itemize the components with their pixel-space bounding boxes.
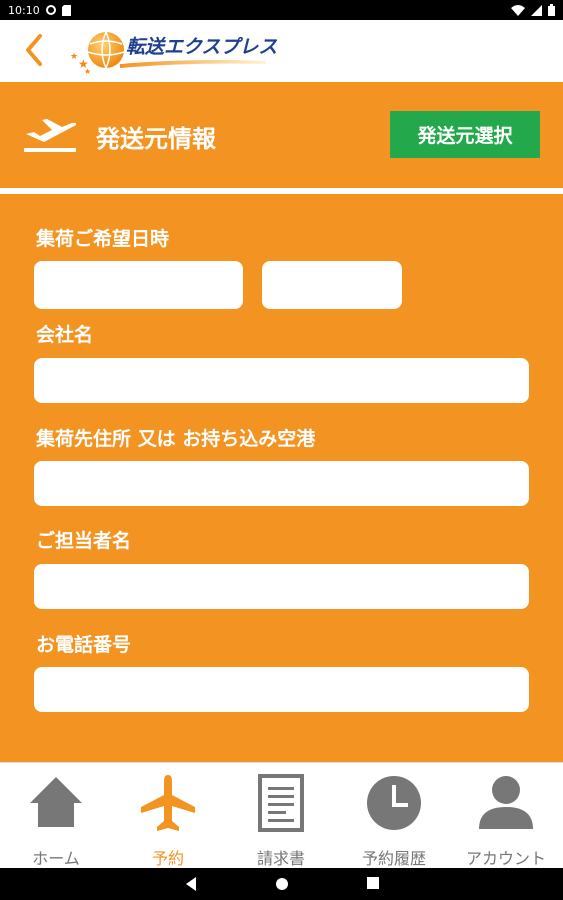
main-form-area: 発送元情報 発送元選択 集荷ご希望日時 会社名 集荷先住所 又は お持ち込み空港… xyxy=(0,82,563,762)
nav-account[interactable]: アカウント xyxy=(450,763,562,869)
back-button[interactable] xyxy=(18,32,54,68)
chevron-left-icon xyxy=(26,34,42,66)
company-input[interactable] xyxy=(34,358,529,403)
back-triangle-icon[interactable] xyxy=(184,876,198,892)
nav-home-label: ホーム xyxy=(32,849,80,868)
bottom-nav: ホーム 予約 請求書 予約履歴 アカウント xyxy=(0,762,563,868)
person-icon xyxy=(479,776,533,829)
status-right xyxy=(511,4,555,16)
nav-home[interactable]: ホーム xyxy=(0,763,112,869)
pickup-time-input[interactable] xyxy=(262,261,402,309)
sender-select-button[interactable]: 発送元選択 xyxy=(390,111,540,158)
nav-invoice[interactable]: 請求書 xyxy=(225,763,337,869)
settings-icon xyxy=(45,5,56,15)
status-time: 10:10 xyxy=(8,3,40,17)
svg-text:★: ★ xyxy=(70,52,78,62)
contact-input[interactable] xyxy=(34,564,529,609)
home-circle-icon[interactable] xyxy=(274,876,290,892)
nav-reservation-label: 予約 xyxy=(151,849,184,868)
pickup-date-input[interactable] xyxy=(34,261,243,309)
status-bar: 10:10 xyxy=(0,0,563,20)
recents-square-icon[interactable] xyxy=(366,876,380,890)
clock-icon xyxy=(367,776,421,830)
sim-card-icon xyxy=(61,4,71,16)
section-divider xyxy=(0,188,563,194)
svg-text:★: ★ xyxy=(84,67,91,76)
nav-reservation[interactable]: 予約 xyxy=(112,763,224,869)
signal-icon xyxy=(531,4,542,16)
nav-invoice-label: 請求書 xyxy=(256,849,305,868)
phone-label: お電話番号 xyxy=(36,634,132,656)
wifi-icon xyxy=(511,4,525,16)
phone-input[interactable] xyxy=(34,667,529,712)
document-icon xyxy=(258,774,304,832)
app-header: ★ ★ ★ 転送エクスプレス xyxy=(0,20,563,82)
status-left: 10:10 xyxy=(8,4,71,17)
contact-label: ご担当者名 xyxy=(36,530,132,552)
logo-text: 転送エクスプレス xyxy=(126,36,278,58)
company-label: 会社名 xyxy=(36,324,94,346)
pickup-datetime-label: 集荷ご希望日時 xyxy=(36,228,170,250)
address-input[interactable] xyxy=(34,461,529,506)
logo-swoosh xyxy=(120,60,266,68)
nav-account-label: アカウント xyxy=(465,849,546,868)
nav-history[interactable]: 予約履歴 xyxy=(338,763,450,869)
airplane-icon xyxy=(141,775,195,831)
home-icon xyxy=(30,777,82,827)
system-nav-bar xyxy=(0,868,563,900)
section-title: 発送元情報 xyxy=(96,125,216,153)
departure-airplane-icon xyxy=(24,119,77,152)
section-header: 発送元情報 発送元選択 xyxy=(0,82,563,187)
nav-history-label: 予約履歴 xyxy=(361,849,426,868)
address-label: 集荷先住所 又は お持ち込み空港 xyxy=(36,428,316,450)
battery-icon xyxy=(548,4,555,16)
